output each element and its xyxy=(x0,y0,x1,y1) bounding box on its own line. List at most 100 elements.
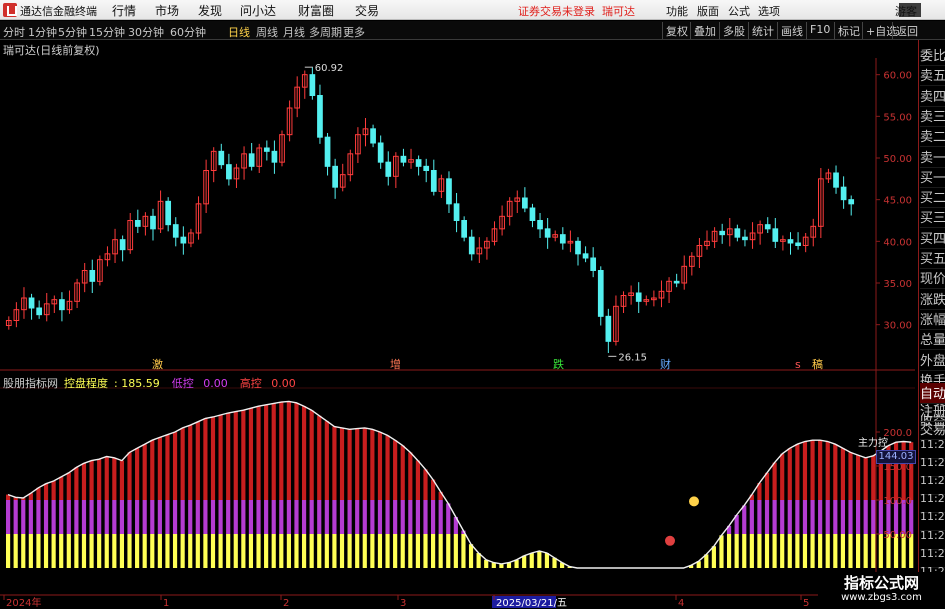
stock-link[interactable]: 瑞可达 xyxy=(602,5,635,18)
event-mark: 跌 xyxy=(553,357,564,371)
chart-tool-6[interactable]: 标记 xyxy=(834,22,863,39)
period-tab-1[interactable]: 1分钟 xyxy=(28,24,57,40)
indicator-bar xyxy=(347,500,352,534)
chart-area[interactable]: 60.00 55.00 50.00 45.00 40.00 35.00 30.00 60.92… xyxy=(0,40,915,609)
chart-tool-2[interactable]: 多股 xyxy=(719,22,748,39)
menu-item-3[interactable]: 问小达 xyxy=(240,2,276,19)
indicator-bar xyxy=(13,500,18,534)
indicator-bar xyxy=(802,534,808,568)
menu-item-0[interactable]: 行情 xyxy=(112,2,136,19)
candle xyxy=(620,291,627,313)
quote-panel-item-11[interactable]: 现价 xyxy=(920,268,945,290)
top-button-2[interactable]: 公式 xyxy=(728,3,750,19)
price-axis-label: 60.00 xyxy=(883,71,912,82)
period-tab-6[interactable]: 日线 xyxy=(228,24,250,40)
candle xyxy=(112,228,118,263)
kline-chart[interactable]: 60.0055.0050.0045.0040.0035.0030.0060.92… xyxy=(0,40,915,609)
login-warning-text[interactable]: 证券交易未登录 xyxy=(518,5,595,18)
quote-panel-item-10[interactable]: 买五 xyxy=(920,248,945,269)
top-button-3[interactable]: 选项 xyxy=(758,3,780,19)
indicator-bar xyxy=(13,534,18,568)
chart-tool-8[interactable]: 返回 xyxy=(892,22,921,39)
quote-panel-item-4[interactable]: 卖二 xyxy=(920,126,945,148)
candle xyxy=(787,232,794,255)
top-button-0[interactable]: 功能 xyxy=(666,3,688,19)
quote-panel-item-15[interactable]: 外盘 xyxy=(920,350,945,371)
period-tab-4[interactable]: 30分钟 xyxy=(128,24,164,40)
guest-label[interactable]: 游客 xyxy=(895,3,917,19)
candle xyxy=(210,147,217,183)
candle xyxy=(605,308,612,353)
candle xyxy=(415,155,422,176)
login-warning[interactable]: 证券交易未登录 瑞可达 xyxy=(518,3,635,19)
indicator-bar xyxy=(248,408,254,500)
quote-panel-item-7[interactable]: 买二 xyxy=(920,187,945,209)
candle xyxy=(286,100,293,142)
quote-panel-item-13[interactable]: 涨幅 xyxy=(920,309,945,330)
quote-panel-item-8[interactable]: 买三 xyxy=(920,207,945,229)
candle xyxy=(195,196,202,240)
candle xyxy=(134,209,141,233)
chart-tool-0[interactable]: 复权 xyxy=(662,22,691,39)
quote-panel-item-2[interactable]: 卖四 xyxy=(920,86,945,107)
candle-body xyxy=(461,220,468,238)
indicator-bar xyxy=(332,426,337,500)
indicator-bar xyxy=(301,500,307,534)
candle xyxy=(590,247,597,278)
menu-item-4[interactable]: 财富圈 xyxy=(298,2,334,19)
period-tab-10[interactable]: 更多 xyxy=(343,24,365,40)
top-button-1[interactable]: 版面 xyxy=(697,3,719,19)
period-tab-5[interactable]: 60分钟 xyxy=(170,24,206,40)
indicator-bar xyxy=(795,534,800,568)
quote-panel-item-6[interactable]: 买一 xyxy=(920,167,945,188)
chart-tool-1[interactable]: 叠加 xyxy=(690,22,719,39)
quote-panel-item-12[interactable]: 涨跌 xyxy=(920,289,945,310)
indicator-bar xyxy=(36,500,41,534)
menu-item-2[interactable]: 发现 xyxy=(198,2,222,19)
indicator-bar xyxy=(180,500,185,534)
candle xyxy=(339,163,346,192)
event-mark: 增 xyxy=(390,357,401,371)
indicator-bar xyxy=(286,534,291,568)
period-tab-9[interactable]: 多周期 xyxy=(309,24,342,40)
quote-panel-item-3[interactable]: 卖三 xyxy=(920,106,945,127)
indicator-bar xyxy=(36,534,41,568)
period-tab-7[interactable]: 周线 xyxy=(256,24,278,40)
low-ctrl-label: 低控 xyxy=(171,377,194,390)
indicator-name[interactable]: 股朋指标网 xyxy=(3,377,58,390)
indicator-bar xyxy=(749,534,754,568)
period-tab-8[interactable]: 月线 xyxy=(283,24,305,40)
candle xyxy=(400,148,407,167)
quote-panel-item-9[interactable]: 买四 xyxy=(920,228,945,249)
period-tab-0[interactable]: 分时 xyxy=(3,24,25,40)
chart-tool-3[interactable]: 统计 xyxy=(748,22,777,39)
chart-tool-4[interactable]: 画线 xyxy=(777,22,806,39)
candle-body xyxy=(89,270,96,282)
menu-item-5[interactable]: 交易 xyxy=(355,2,379,19)
indicator-bar xyxy=(332,500,337,534)
indicator-bar xyxy=(97,500,102,534)
quote-panel-item-0[interactable]: 委比 xyxy=(920,45,945,66)
quote-panel-item-14[interactable]: 总量 xyxy=(920,329,945,351)
indicator-bar xyxy=(286,500,291,534)
quote-panel-item-5[interactable]: 卖一 xyxy=(920,147,945,168)
candle xyxy=(66,290,73,314)
candle xyxy=(476,237,483,263)
candle-body xyxy=(370,128,376,144)
candle xyxy=(817,168,824,238)
indicator-bar xyxy=(764,472,770,500)
indicator-bar xyxy=(6,500,11,534)
menu-item-1[interactable]: 市场 xyxy=(155,2,179,19)
indicator-bar xyxy=(772,462,777,500)
chart-tool-5[interactable]: F10 xyxy=(806,22,833,39)
indicator-bar xyxy=(408,534,413,568)
candle xyxy=(696,238,703,268)
period-tab-3[interactable]: 15分钟 xyxy=(89,24,125,40)
candle xyxy=(825,168,832,183)
indicator-bar xyxy=(279,500,284,534)
indicator-bar xyxy=(119,500,125,534)
candle xyxy=(97,255,103,286)
quote-panel-item-1[interactable]: 卖五 xyxy=(920,65,945,87)
indicator-bar xyxy=(871,455,876,500)
period-tab-2[interactable]: 5分钟 xyxy=(58,24,87,40)
